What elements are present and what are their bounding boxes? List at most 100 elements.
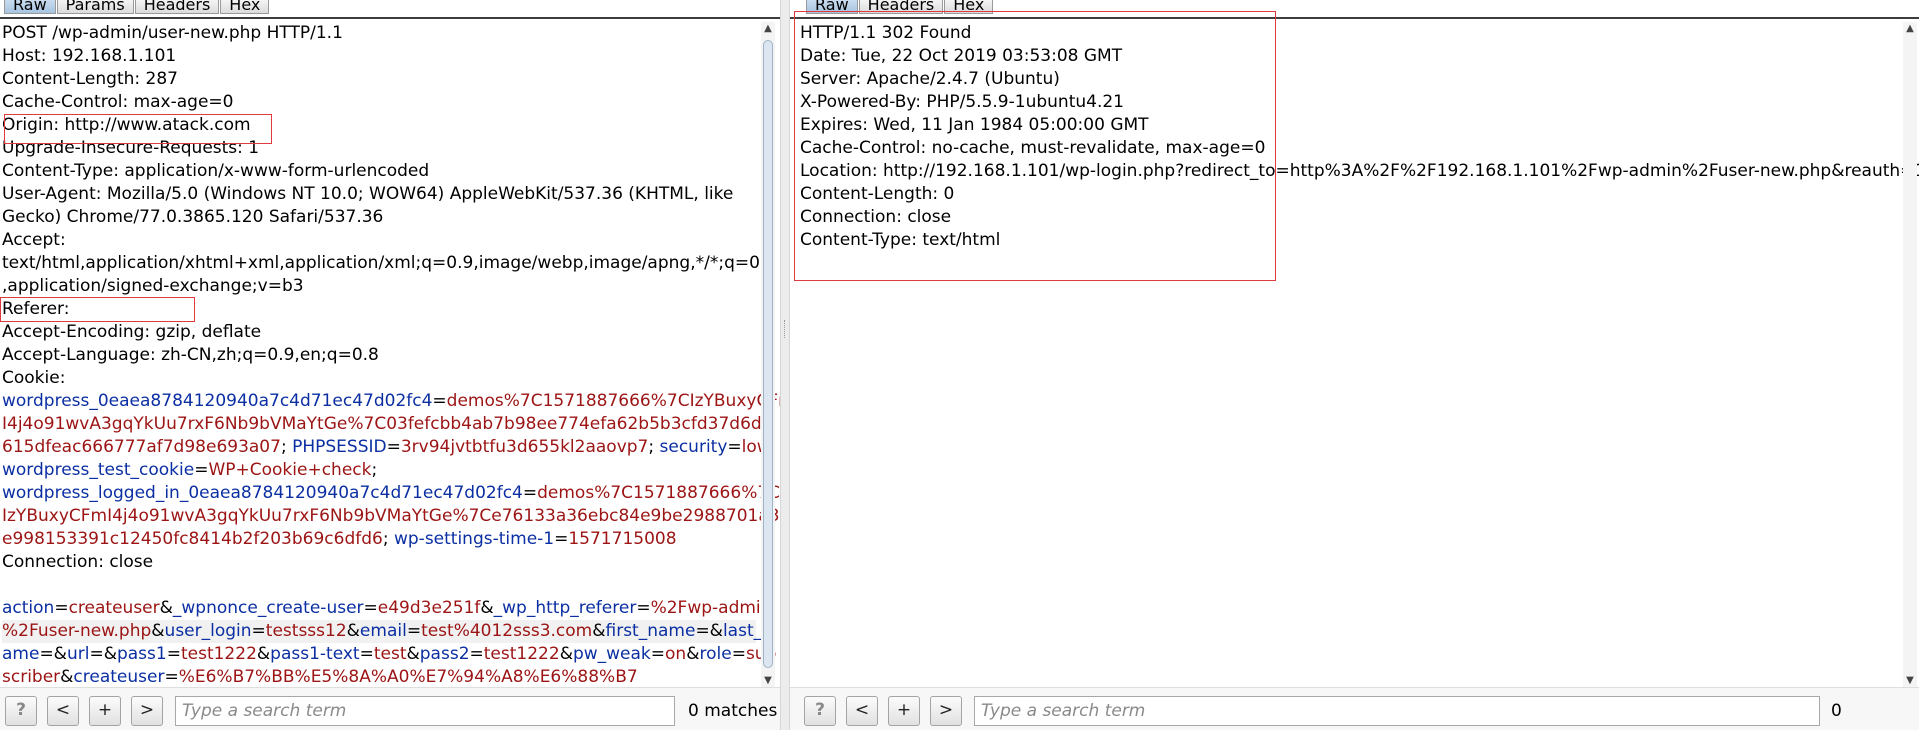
text-segment: =: [636, 598, 651, 618]
param-key: pass1-text: [270, 644, 360, 664]
text-segment: Accept-Encoding: gzip, deflate: [2, 322, 262, 342]
param-key: PHPSESSID: [292, 437, 387, 457]
add-button[interactable]: +: [89, 696, 121, 726]
param-value: 3rv94jvtbtfu3d655kl2aaovp7: [400, 437, 649, 457]
help-button[interactable]: ?: [804, 696, 836, 726]
text-line: text/html,application/xhtml+xml,applicat…: [2, 252, 776, 275]
tab-underline: [0, 17, 780, 19]
response-editor[interactable]: HTTP/1.1 302 Found Date: Tue, 22 Oct 2019…: [800, 22, 1919, 688]
text-segment: &: [559, 644, 573, 664]
request-editor[interactable]: POST /wp-admin/user-new.php HTTP/1.1 Host…: [2, 22, 780, 688]
scroll-down-arrow-icon[interactable]: ▼: [761, 674, 775, 688]
next-match-button[interactable]: >: [131, 696, 163, 726]
text-line: Upgrade-Insecure-Requests: 1: [2, 137, 756, 160]
text-segment: Gecko) Chrome/77.0.3865.120 Safari/537.3…: [2, 207, 384, 227]
text-segment: text/html,application/xhtml+xml,applicat…: [2, 253, 777, 273]
response-tabs: Raw Headers Hex: [806, 0, 994, 18]
param-value: test1222: [483, 644, 560, 664]
next-match-button[interactable]: >: [930, 696, 962, 726]
tab-hex[interactable]: Hex: [944, 0, 994, 14]
tab-hex[interactable]: Hex: [220, 0, 270, 14]
param-value: IzYBuxyCFmI4j4o91wvA3gqYkUu7rxF6Nb9bVMaY…: [2, 506, 780, 526]
tab-headers[interactable]: Headers: [134, 0, 220, 14]
text-segment: POST /wp-admin/user-new.php HTTP/1.1: [2, 23, 343, 43]
text-line: Cache-Control: max-age=0: [2, 91, 756, 114]
text-segment: =&: [695, 621, 723, 641]
add-button[interactable]: +: [888, 696, 920, 726]
text-segment: Upgrade-Insecure-Requests: 1: [2, 138, 260, 158]
text-segment: =: [386, 437, 401, 457]
text-line: wordpress_0eaea8784120940a7c4d71ec47d02f…: [2, 390, 780, 413]
request-tabs: Raw Params Headers Hex: [4, 0, 270, 18]
text-segment: X-Powered-By: PHP/5.5.9-1ubuntu4.21: [800, 92, 1124, 112]
param-key: first_name: [605, 621, 696, 641]
param-key: role: [699, 644, 732, 664]
text-segment: =: [727, 437, 742, 457]
text-segment: &: [686, 644, 700, 664]
param-value: %2Fwp-admin: [650, 598, 772, 618]
text-segment: ;: [371, 460, 378, 480]
param-key: url: [66, 644, 90, 664]
param-key: wp-settings-time-1: [393, 529, 555, 549]
scroll-thumb[interactable]: [763, 40, 773, 668]
text-segment: Cookie:: [2, 368, 66, 388]
request-panel: Raw Params Headers Hex POST /wp-admin/us…: [0, 0, 780, 730]
text-segment: =&: [89, 644, 117, 664]
scroll-up-arrow-icon[interactable]: ▲: [761, 22, 775, 36]
response-match-count: 0 matches: [1831, 701, 1842, 721]
tab-headers[interactable]: Headers: [858, 0, 944, 14]
tab-params[interactable]: Params: [56, 0, 134, 14]
text-line: X-Powered-By: PHP/5.5.9-1ubuntu4.21: [800, 91, 1895, 114]
param-key: wordpress_logged_in_0eaea8784120940a7c4d…: [2, 483, 523, 503]
text-segment: &: [346, 621, 360, 641]
text-segment: Accept:: [2, 230, 66, 250]
param-key: pass1: [116, 644, 167, 664]
param-value: test1222: [180, 644, 257, 664]
text-segment: Origin: http://www.atack.com: [2, 115, 251, 135]
text-segment: &: [151, 621, 165, 641]
param-value: e998153391c12450fc8414b2f203b69c6dfd6: [2, 529, 383, 549]
help-button[interactable]: ?: [5, 696, 37, 726]
param-value: demos%7C1571887666%7CIzYBuxyCFm: [446, 391, 780, 411]
response-scrollbar[interactable]: ▲ ▼: [1903, 22, 1917, 688]
param-value: I4j4o91wvA3gqYkUu7rxF6Nb9bVMaYtGe%7C03fe…: [2, 414, 762, 434]
param-key: _wpnonce_create-user: [172, 598, 364, 618]
text-segment: &: [592, 621, 606, 641]
request-scrollbar[interactable]: ▲ ▼: [761, 22, 775, 688]
text-segment: ,application/signed-exchange;v=b3: [2, 276, 304, 296]
text-line: ame=&url=&pass1=test1222&pass1-text=test…: [2, 643, 776, 666]
text-segment: User-Agent: Mozilla/5.0 (Windows NT 10.0…: [2, 184, 734, 204]
text-line: Content-Length: 287: [2, 68, 756, 91]
param-key: createuser: [73, 667, 165, 687]
param-value: createuser: [68, 598, 160, 618]
text-segment: =: [166, 644, 181, 664]
param-key: _wp_http_referer: [493, 598, 637, 618]
text-segment: Host: 192.168.1.101: [2, 46, 177, 66]
previous-match-button[interactable]: <: [47, 696, 79, 726]
tab-raw[interactable]: Raw: [4, 0, 56, 14]
text-line: Content-Length: 0: [800, 183, 1895, 206]
scroll-down-arrow-icon[interactable]: ▼: [1903, 674, 1917, 688]
param-value: %E6%B7%BB%E5%8A%A0%E7%94%A8%E6%88%B7: [178, 667, 638, 687]
text-line: ,application/signed-exchange;v=b3: [2, 275, 756, 298]
text-segment: Accept-Language: zh-CN,zh;q=0.9,en;q=0.8: [2, 345, 379, 365]
response-search-input[interactable]: [974, 696, 1820, 726]
text-segment: &: [480, 598, 494, 618]
param-key: wordpress_0eaea8784120940a7c4d71ec47d02f…: [2, 391, 433, 411]
request-search-input[interactable]: [175, 696, 675, 726]
text-line: Accept-Language: zh-CN,zh;q=0.9,en;q=0.8: [2, 344, 756, 367]
previous-match-button[interactable]: <: [846, 696, 878, 726]
text-line: action=createuser&_wpnonce_create-user=e…: [2, 597, 771, 620]
param-value: WP+Cookie+check: [208, 460, 372, 480]
pane-splitter[interactable]: [780, 0, 790, 730]
text-line: Server: Apache/2.4.7 (Ubuntu): [800, 68, 1895, 91]
text-line: Date: Tue, 22 Oct 2019 03:53:08 GMT: [800, 45, 1895, 68]
scroll-up-arrow-icon[interactable]: ▲: [1903, 22, 1917, 36]
text-segment: &: [406, 644, 420, 664]
tab-raw[interactable]: Raw: [806, 0, 858, 14]
splitter-grip-icon: [784, 320, 787, 338]
text-line: 615dfeac666777af7d98e693a07; PHPSESSID=3…: [2, 436, 776, 459]
text-line: Accept:: [2, 229, 756, 252]
text-segment: =: [731, 644, 746, 664]
text-line: POST /wp-admin/user-new.php HTTP/1.1: [2, 22, 756, 45]
